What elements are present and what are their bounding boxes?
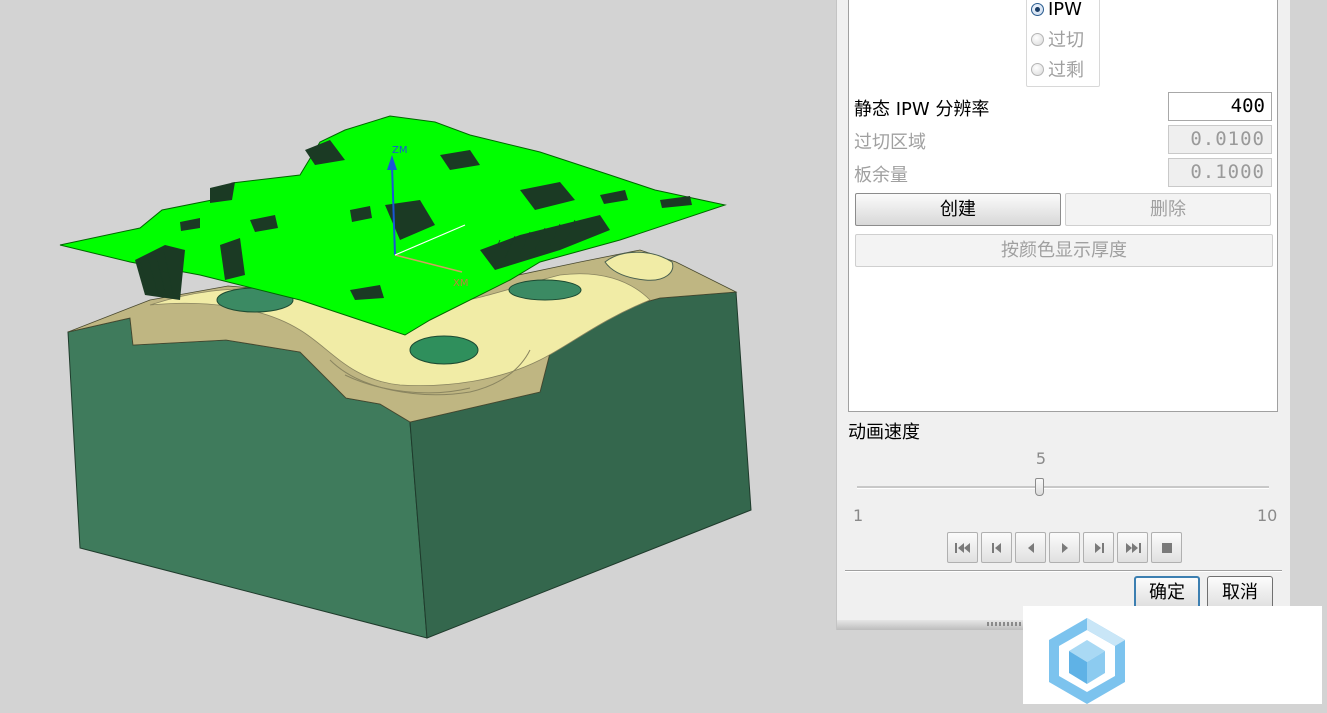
verify-dialog: IPW 过切 过剩 静态 IPW 分辨率 400 过切区域 0.0100 板余量… bbox=[836, 0, 1290, 630]
step-forward-icon bbox=[1094, 542, 1104, 553]
animation-speed-value: 5 bbox=[1035, 449, 1047, 468]
green-boss bbox=[409, 335, 479, 365]
play-icon bbox=[1061, 542, 1068, 553]
resolution-field[interactable]: 400 bbox=[1168, 92, 1272, 121]
resize-grip-icon[interactable] bbox=[987, 622, 1027, 626]
play-button[interactable] bbox=[1049, 532, 1080, 563]
plate-stock-field[interactable]: 0.1000 bbox=[1168, 158, 1272, 187]
radio-excess[interactable]: 过剩 bbox=[1031, 58, 1084, 81]
radio-gouge[interactable]: 过切 bbox=[1031, 28, 1084, 51]
green-boss-right bbox=[508, 279, 582, 301]
ok-button[interactable]: 确定 bbox=[1134, 576, 1200, 610]
animation-speed-slider[interactable] bbox=[857, 486, 1269, 489]
go-to-start-button[interactable] bbox=[947, 532, 978, 563]
step-back-icon bbox=[991, 542, 1001, 553]
radio-gouge-label: 过切 bbox=[1048, 30, 1084, 51]
step-back-button[interactable] bbox=[981, 532, 1012, 563]
ipw-settings-panel: IPW 过切 过剩 静态 IPW 分辨率 400 过切区域 0.0100 板余量… bbox=[848, 0, 1278, 412]
resolution-label: 静态 IPW 分辨率 bbox=[854, 99, 990, 120]
cancel-button[interactable]: 取消 bbox=[1207, 576, 1273, 610]
show-thickness-by-color-button[interactable]: 按颜色显示厚度 bbox=[855, 234, 1273, 267]
radio-excess-label: 过剩 bbox=[1048, 60, 1084, 81]
stop-button[interactable] bbox=[1151, 532, 1182, 563]
cube-logo-icon bbox=[1049, 618, 1125, 704]
display-mode-group: IPW 过切 过剩 bbox=[1026, 0, 1100, 87]
step-forward-button[interactable] bbox=[1083, 532, 1114, 563]
gouge-region-label: 过切区域 bbox=[854, 132, 926, 153]
gouge-region-field[interactable]: 0.0100 bbox=[1168, 125, 1272, 154]
graphics-viewport[interactable]: ZM XM bbox=[0, 0, 836, 709]
radio-unselected-icon bbox=[1031, 62, 1044, 76]
play-reverse-button[interactable] bbox=[1015, 532, 1046, 563]
ipw-model-render: ZM XM bbox=[59, 115, 752, 639]
go-to-start-icon bbox=[954, 542, 970, 553]
animation-speed-max: 10 bbox=[1257, 506, 1278, 525]
radio-selected-icon bbox=[1031, 2, 1044, 16]
play-reverse-icon bbox=[1027, 542, 1034, 553]
radio-ipw[interactable]: IPW bbox=[1031, 0, 1082, 20]
go-to-end-button[interactable] bbox=[1117, 532, 1148, 563]
plate-stock-label: 板余量 bbox=[854, 165, 908, 186]
animation-speed-min: 1 bbox=[853, 506, 864, 525]
slider-thumb[interactable] bbox=[1035, 478, 1045, 496]
create-button[interactable]: 创建 bbox=[855, 193, 1061, 226]
axis-label-z: ZM bbox=[392, 145, 407, 156]
delete-button[interactable]: 删除 bbox=[1065, 193, 1271, 226]
stop-icon bbox=[1161, 542, 1172, 553]
go-to-end-icon bbox=[1125, 542, 1141, 553]
axis-label-x: XM bbox=[453, 278, 468, 289]
radio-unselected-icon bbox=[1031, 32, 1044, 46]
watermark bbox=[1023, 606, 1322, 704]
radio-ipw-label: IPW bbox=[1048, 0, 1082, 20]
dialog-separator bbox=[845, 570, 1282, 572]
animation-speed-label: 动画速度 bbox=[848, 422, 920, 443]
